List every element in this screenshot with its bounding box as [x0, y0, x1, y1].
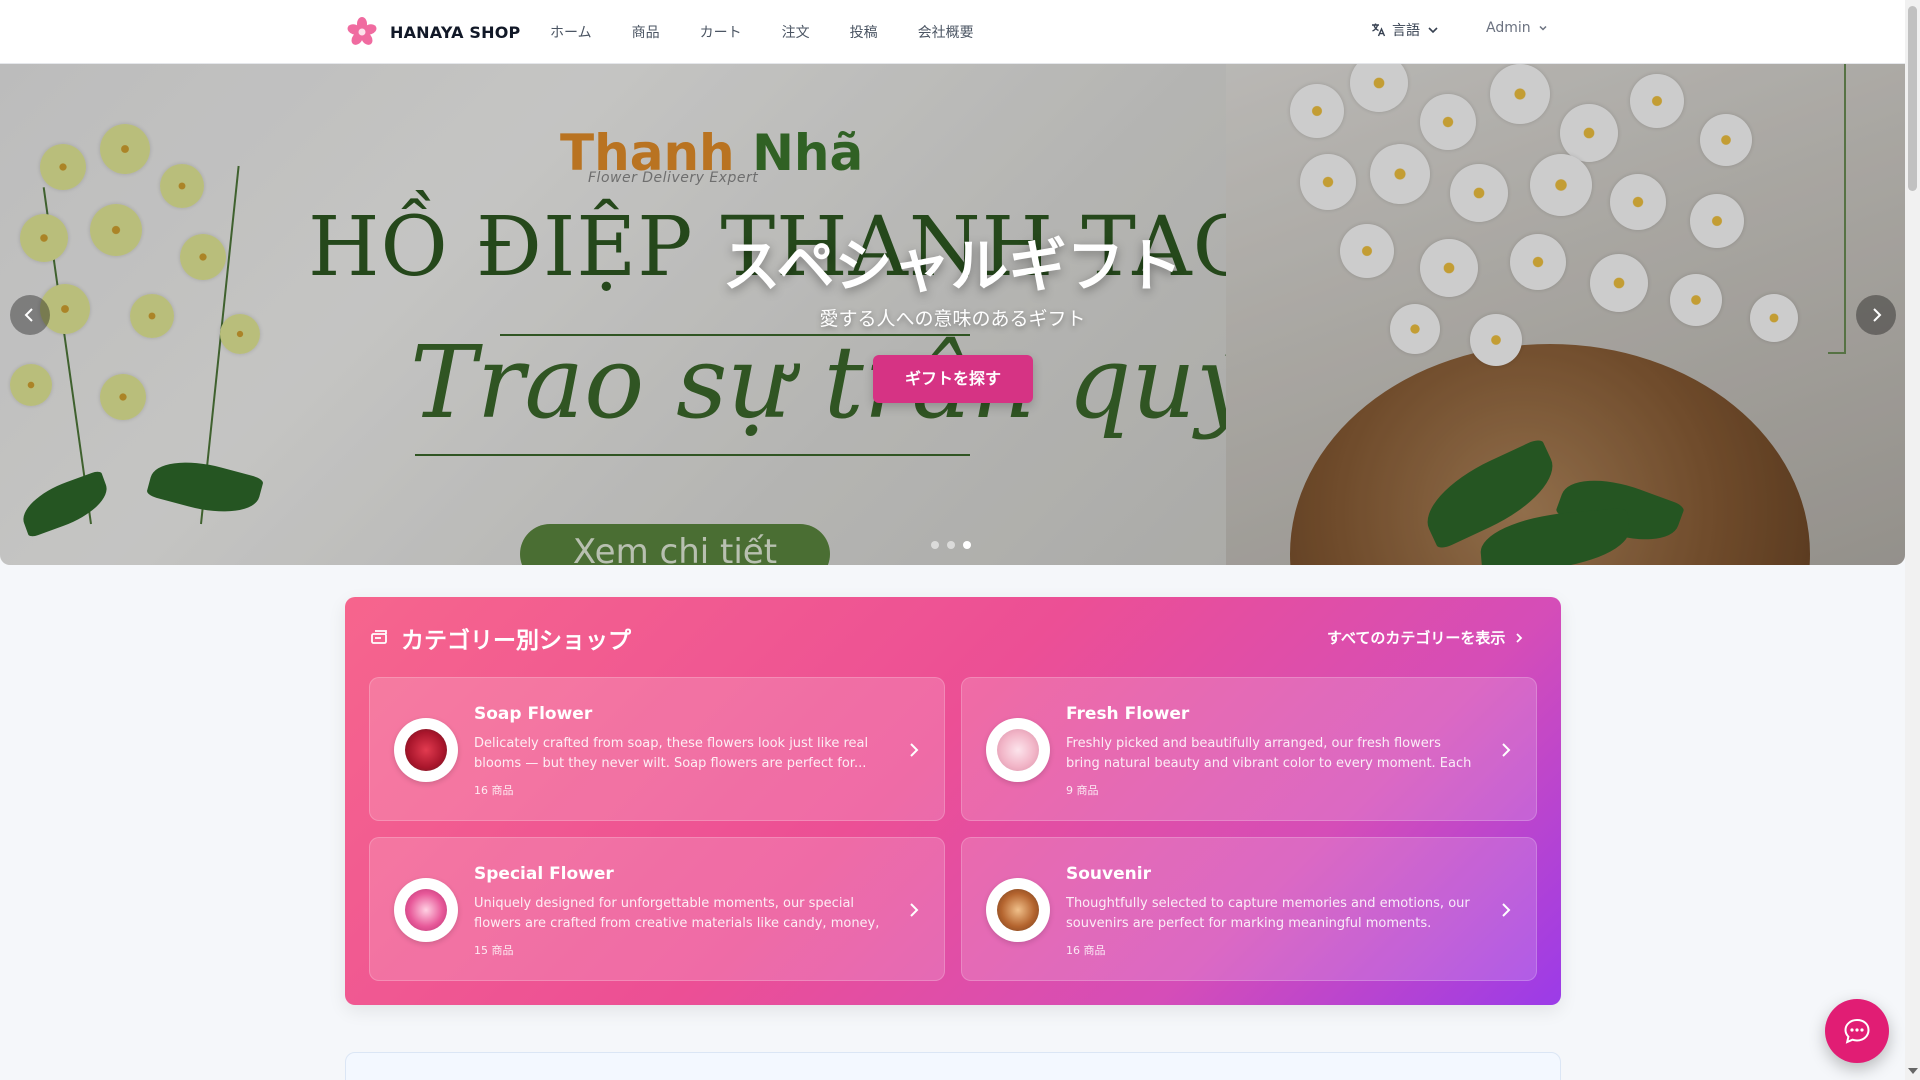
translate-icon: [1372, 23, 1386, 37]
category-description: Freshly picked and beautifully arranged,…: [1066, 736, 1472, 771]
chevron-down-icon: [1428, 27, 1438, 34]
category-thumbnail: [394, 878, 458, 942]
category-count: 15 商品: [474, 944, 514, 957]
nav-cart[interactable]: カート: [700, 22, 742, 42]
sakura-flower-icon: [347, 17, 377, 45]
top-navbar: HANAYA SHOP ホーム 商品 カート 注文 投稿 会社概要 言語 Adm…: [0, 0, 1905, 64]
nav-home[interactable]: ホーム: [550, 22, 592, 42]
category-count: 9 商品: [1066, 784, 1099, 797]
chevron-right-icon: [1502, 743, 1511, 757]
category-thumbnail: [394, 718, 458, 782]
chevron-down-icon: [1539, 25, 1547, 31]
category-count: 16 商品: [1066, 944, 1106, 957]
brand-name: HANAYA SHOP: [390, 22, 521, 42]
main-nav: ホーム 商品 カート 注文 投稿 会社概要: [550, 0, 974, 64]
category-name: Fresh Flower: [1066, 704, 1190, 724]
category-card-souvenir[interactable]: Souvenir Thoughtfully selected to captur…: [961, 837, 1537, 981]
category-card-soap-flower[interactable]: Soap Flower Delicately crafted from soap…: [369, 677, 945, 821]
category-thumbnail: [986, 718, 1050, 782]
carousel-dot-1[interactable]: [931, 541, 939, 549]
chat-button[interactable]: [1825, 999, 1889, 1063]
chevron-right-icon: [910, 903, 919, 917]
category-name: Souvenir: [1066, 864, 1151, 884]
category-name: Special Flower: [474, 864, 614, 884]
chevron-right-icon: [1873, 308, 1882, 322]
page-scrollbar[interactable]: [1905, 0, 1920, 1080]
hero-subtitle: 愛する人への意味のあるギフト: [819, 308, 1086, 330]
category-card-fresh-flower[interactable]: Fresh Flower Freshly picked and beautifu…: [961, 677, 1537, 821]
view-all-categories-link[interactable]: すべてのカテゴリーを表示: [1327, 627, 1525, 648]
chevron-right-icon: [1502, 903, 1511, 917]
nav-orders[interactable]: 注文: [782, 22, 810, 42]
scrollbar-thumb[interactable]: [1908, 6, 1917, 191]
hero-carousel: Thanh Nhã Flower Delivery Expert HỒ ĐIỆP…: [0, 64, 1905, 565]
carousel-prev-button[interactable]: [10, 295, 50, 335]
hero-title: スペシャルギフト: [722, 232, 1183, 300]
nav-products[interactable]: 商品: [632, 22, 660, 42]
user-name: Admin: [1486, 20, 1531, 36]
carousel-dot-2[interactable]: [947, 541, 955, 549]
category-description: Delicately crafted from soap, these flow…: [474, 736, 869, 771]
user-menu[interactable]: Admin: [1486, 20, 1549, 36]
chevron-left-icon: [24, 308, 33, 322]
carousel-indicators: [931, 541, 971, 549]
find-gift-button[interactable]: ギフトを探す: [873, 355, 1033, 403]
category-name: Soap Flower: [474, 704, 593, 724]
category-thumbnail: [986, 878, 1050, 942]
nav-about[interactable]: 会社概要: [918, 22, 974, 42]
language-label: 言語: [1392, 23, 1420, 39]
language-dropdown[interactable]: 言語: [1370, 20, 1440, 40]
carousel-next-button[interactable]: [1856, 295, 1896, 335]
category-tags-icon: [371, 630, 387, 644]
nav-posts[interactable]: 投稿: [850, 22, 878, 42]
category-description: Uniquely designed for unforgettable mome…: [474, 896, 880, 931]
section-title: カテゴリー別ショップ: [401, 628, 631, 654]
shop-by-category-section: カテゴリー別ショップ すべてのカテゴリーを表示 Soap Flower Deli…: [345, 597, 1561, 1005]
scroll-down-arrow[interactable]: [1908, 1068, 1918, 1074]
chevron-right-icon: [1516, 632, 1523, 643]
next-section-peek: [345, 1052, 1561, 1080]
brand-link[interactable]: HANAYA SHOP: [346, 16, 520, 48]
chat-bubble-icon: [1844, 1018, 1870, 1044]
category-count: 16 商品: [474, 784, 514, 797]
category-card-special-flower[interactable]: Special Flower Uniquely designed for unf…: [369, 837, 945, 981]
chevron-right-icon: [910, 743, 919, 757]
carousel-dot-3[interactable]: [963, 541, 971, 549]
category-description: Thoughtfully selected to capture memorie…: [1066, 896, 1470, 931]
